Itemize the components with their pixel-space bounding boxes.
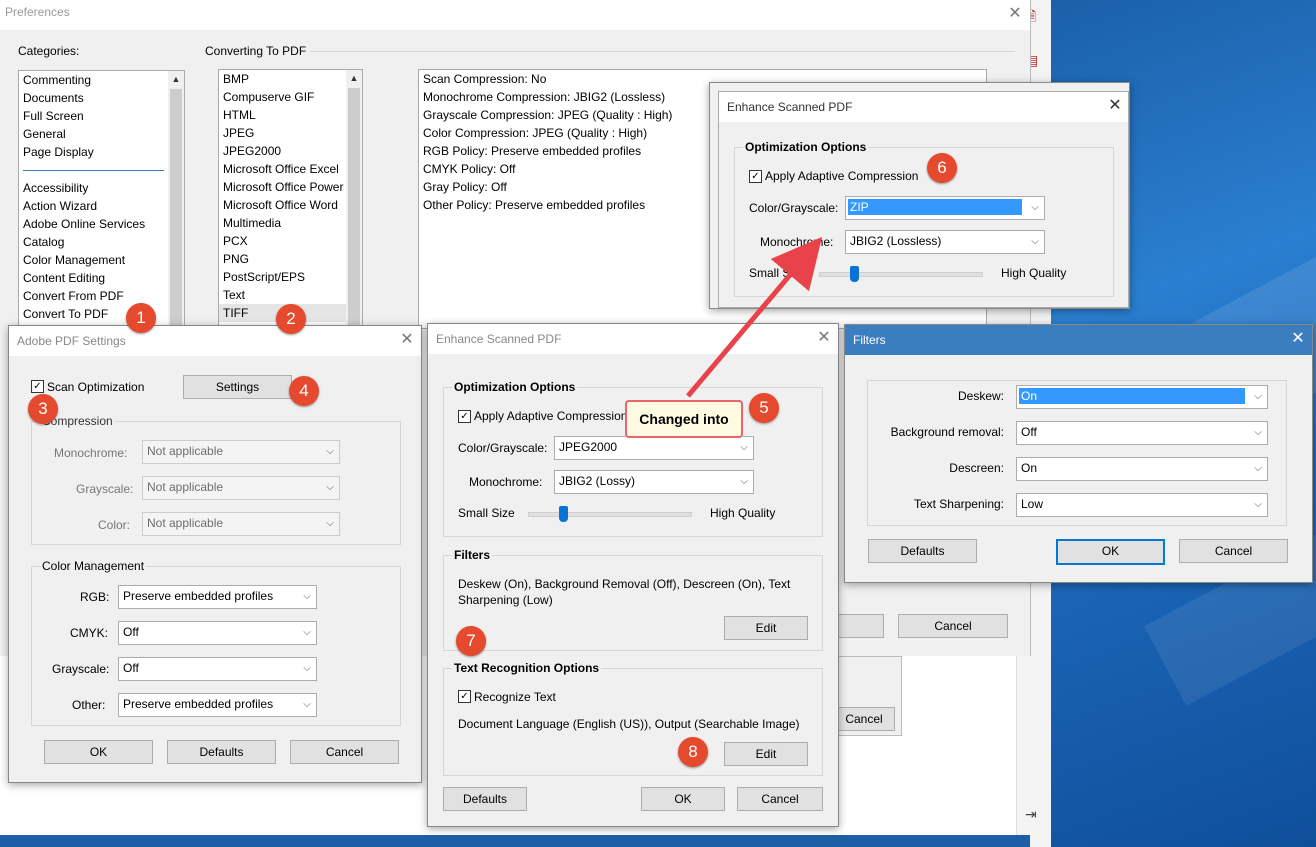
step-badge-8: 8 bbox=[678, 737, 708, 767]
step-badge-7: 7 bbox=[456, 626, 486, 656]
step-badge-1: 1 bbox=[126, 303, 156, 333]
step-badge-6: 6 bbox=[927, 153, 957, 183]
step-badge-5: 5 bbox=[749, 393, 779, 423]
step-badge-2: 2 bbox=[276, 304, 306, 334]
step-badge-3: 3 bbox=[28, 394, 58, 424]
step-badge-4: 4 bbox=[289, 376, 319, 406]
changed-into-callout: Changed into bbox=[625, 400, 743, 438]
